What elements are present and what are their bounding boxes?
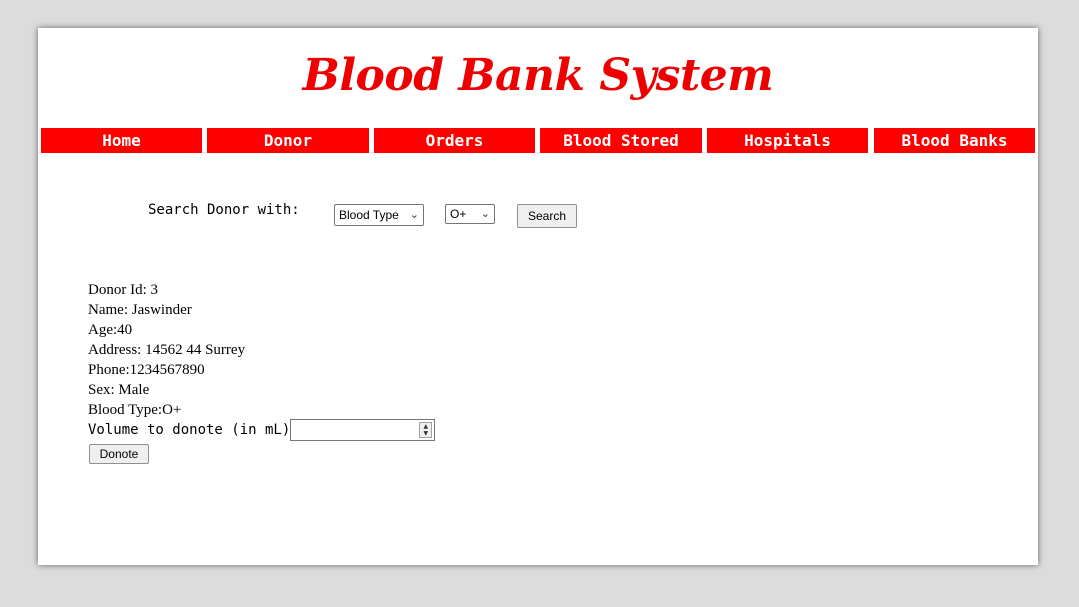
volume-spinner[interactable]: ▲ ▼ [419, 422, 433, 438]
page-title: Blood Bank System [302, 50, 774, 101]
donor-phone: Phone:1234567890 [88, 362, 205, 378]
spin-down-icon[interactable]: ▼ [420, 430, 431, 437]
spin-up-icon[interactable]: ▲ [420, 423, 431, 430]
volume-input[interactable]: ▲ ▼ [290, 419, 436, 441]
nav-blood-stored[interactable]: Blood Stored [540, 128, 702, 153]
blood-type-select[interactable]: O+ ⌄ [445, 204, 495, 224]
blood-type-value: O+ [450, 207, 467, 221]
nav-orders[interactable]: Orders [374, 128, 535, 153]
chevron-down-icon: ⌄ [480, 207, 490, 220]
nav-hospitals[interactable]: Hospitals [707, 128, 868, 153]
donor-name: Name: Jaswinder [88, 302, 192, 318]
donor-details: Donor Id: 3 Name: Jaswinder Age:40 Addre… [88, 280, 245, 420]
search-label: Search Donor with: [148, 202, 300, 218]
search-field-value: Blood Type [339, 208, 399, 222]
nav-donor[interactable]: Donor [207, 128, 369, 153]
search-button[interactable]: Search [517, 204, 577, 228]
donor-id: Donor Id: 3 [88, 282, 158, 298]
donor-address: Address: 14562 44 Surrey [88, 342, 246, 358]
page-container: Blood Bank System Home Donor Orders Bloo… [38, 28, 1038, 565]
donate-button[interactable]: Donote [89, 444, 149, 464]
volume-row: Volume to donote (in mL) ▲ ▼ [88, 419, 436, 442]
nav-bar: Home Donor Orders Blood Stored Hospitals… [41, 128, 1035, 153]
donor-blood-type: Blood Type:O+ [88, 402, 182, 418]
chevron-down-icon: ⌄ [409, 208, 419, 221]
nav-blood-banks[interactable]: Blood Banks [874, 128, 1035, 153]
volume-label: Volume to donote (in mL) [88, 422, 291, 438]
nav-home[interactable]: Home [41, 128, 202, 153]
donor-sex: Sex: Male [88, 382, 150, 398]
search-field-select[interactable]: Blood Type ⌄ [334, 204, 424, 226]
donor-age: Age:40 [88, 322, 133, 338]
